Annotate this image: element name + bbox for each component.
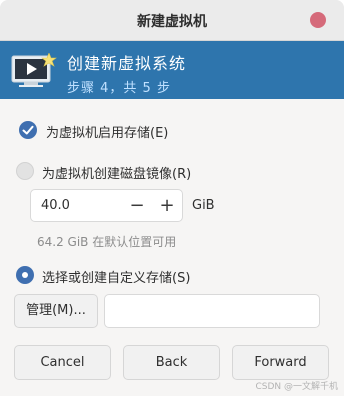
decrease-button[interactable]: − (125, 194, 149, 218)
create-disk-radio[interactable] (16, 162, 34, 180)
watermark: CSDN @一文解千机 (255, 382, 338, 392)
checkmark-icon (22, 125, 34, 135)
wizard-header: 创建新虚拟系统 步骤 4，共 5 步 (0, 41, 344, 99)
enable-storage-label[interactable]: 为虚拟机启用存储(E) (46, 122, 168, 141)
increase-button[interactable]: + (155, 194, 179, 218)
close-icon[interactable] (310, 12, 326, 28)
monitor-play-icon (11, 53, 57, 87)
disk-size-value[interactable]: 40.0 (41, 198, 70, 213)
available-space-hint: 64.2 GiB 在默认位置可用 (37, 235, 177, 249)
custom-storage-label[interactable]: 选择或创建自定义存储(S) (42, 267, 190, 286)
enable-storage-checkbox[interactable] (19, 121, 37, 139)
titlebar: 新建虚拟机 (0, 0, 344, 41)
storage-path-input[interactable] (104, 294, 320, 328)
back-button[interactable]: Back (123, 345, 220, 380)
wizard-step-indicator: 步骤 4，共 5 步 (67, 81, 171, 96)
wizard-title: 创建新虚拟系统 (67, 54, 187, 73)
new-vm-dialog: 新建虚拟机 创建新虚拟系统 步骤 4，共 5 步 为虚拟机启用存储(E) 为虚拟… (0, 0, 344, 396)
disk-size-unit: GiB (192, 198, 215, 213)
forward-button[interactable]: Forward (232, 345, 329, 380)
create-disk-label[interactable]: 为虚拟机创建磁盘镜像(R) (42, 163, 191, 182)
radio-dot-icon (22, 272, 28, 278)
disk-size-spinbutton[interactable]: 40.0 − + (30, 189, 183, 222)
cancel-button[interactable]: Cancel (14, 345, 111, 380)
manage-button[interactable]: 管理(M)... (14, 294, 98, 328)
custom-storage-radio[interactable] (16, 266, 34, 284)
window-title: 新建虚拟机 (137, 14, 207, 30)
